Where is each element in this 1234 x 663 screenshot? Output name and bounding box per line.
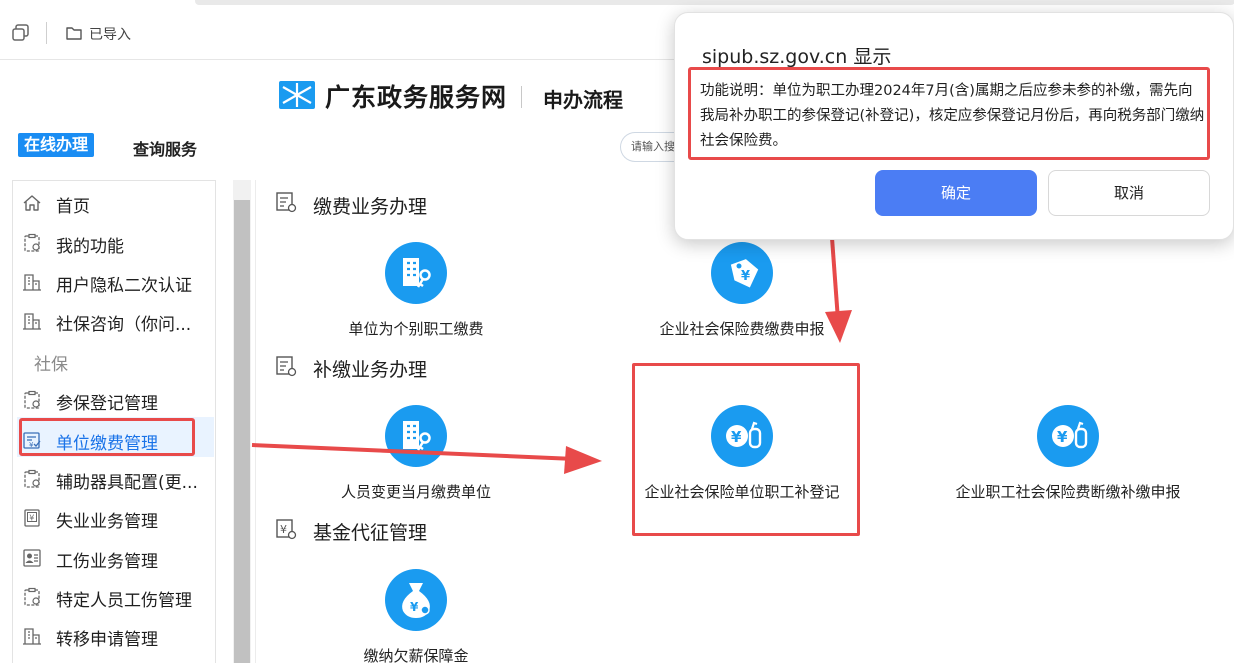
building-icon <box>23 313 41 330</box>
folder-icon[interactable] <box>66 25 82 41</box>
dialog-title: sipub.sz.gov.cn 显示 <box>702 46 892 68</box>
sidebar-item-label: 我的功能 <box>56 237 124 257</box>
sidebar-item-home[interactable]: 首页 <box>20 190 220 217</box>
sidebar-item-label: 辅助器具配置(更... <box>56 473 198 493</box>
highlight-box-sidebar <box>19 418 195 456</box>
svg-text:¥: ¥ <box>741 269 750 284</box>
yen-bottle-icon: ¥ <box>1052 421 1088 449</box>
scrollbar-thumb[interactable] <box>234 200 250 663</box>
svg-text:¥: ¥ <box>280 523 287 536</box>
alert-dialog: sipub.sz.gov.cn 显示 功能说明：单位为职工办理2024年7月(含… <box>674 12 1234 240</box>
service-icon-circle <box>385 242 447 304</box>
sidebar-item-my-functions[interactable]: 我的功能 <box>20 230 220 257</box>
section-title-supplementary: 补缴业务办理 <box>313 359 428 381</box>
service-label: 人员变更当月缴费单位 <box>340 483 491 501</box>
home-icon <box>23 195 41 211</box>
building-icon <box>23 628 41 645</box>
service-interrupted-payment[interactable]: ¥ 企业职工社会保险费断缴补缴申报 <box>938 405 1198 502</box>
tab-query-service[interactable]: 查询服务 <box>133 136 197 160</box>
sidebar-item-enrollment[interactable]: 参保登记管理 <box>20 387 220 414</box>
service-enterprise-declaration[interactable]: ¥ 企业社会保险费缴费申报 <box>612 242 872 339</box>
yen-tag-icon: ¥ <box>730 259 759 288</box>
yen-document-icon: ¥ <box>24 509 40 527</box>
sidebar-item-transfer[interactable]: 转移申请管理 <box>20 623 220 650</box>
sidebar-item-label: 工伤业务管理 <box>56 552 158 572</box>
sidebar-item-unemployment[interactable]: ¥ 失业业务管理 <box>20 505 220 532</box>
building-key-icon <box>403 421 431 451</box>
service-icon-circle: ¥ <box>385 569 447 631</box>
sidebar-item-label: 用户隐私二次认证 <box>56 276 192 296</box>
sidebar-item-consult[interactable]: 社保咨询（你问... <box>20 308 220 335</box>
cancel-button[interactable]: 取消 <box>1048 170 1210 216</box>
list-gear-icon <box>276 356 297 377</box>
money-bag-icon: ¥ <box>402 583 430 618</box>
svg-text:¥: ¥ <box>1057 428 1068 446</box>
strip-divider <box>46 22 47 44</box>
section-title-payment: 缴费业务办理 <box>313 196 428 218</box>
building-key-icon <box>403 258 431 288</box>
svg-text:¥: ¥ <box>410 600 419 614</box>
toolbar-shadow <box>195 0 1234 5</box>
header-divider <box>521 86 522 108</box>
tab-switch-icon[interactable] <box>12 24 30 42</box>
clipboard-icon <box>24 469 40 488</box>
service-label: 企业职工社会保险费断缴补缴申报 <box>955 483 1181 501</box>
sidebar-item-label: 转移申请管理 <box>56 630 158 650</box>
clipboard-icon <box>24 390 40 409</box>
yen-gear-icon: ¥ <box>276 519 297 540</box>
service-label: 企业社会保险费缴费申报 <box>659 320 825 338</box>
service-personnel-change[interactable]: 人员变更当月缴费单位 <box>286 405 546 502</box>
id-card-icon <box>23 549 41 567</box>
site-name[interactable]: 广东政务服务网 <box>325 78 507 114</box>
svg-text:¥: ¥ <box>29 514 34 523</box>
clipboard-icon <box>24 587 40 606</box>
sidebar-item-label: 失业业务管理 <box>56 512 158 532</box>
sidebar-item-privacy-auth[interactable]: 用户隐私二次认证 <box>20 269 220 296</box>
service-icon-circle: ¥ <box>711 242 773 304</box>
service-label: 缴纳欠薪保障金 <box>363 647 469 663</box>
list-gear-icon <box>276 192 297 213</box>
dialog-message: 功能说明：单位为职工办理2024年7月(含)属期之后应参未参的补缴，需先向我局补… <box>700 83 1205 149</box>
service-wage-guarantee[interactable]: ¥ 缴纳欠薪保障金 <box>286 569 546 663</box>
highlight-box-service <box>632 363 860 536</box>
sidebar-item-work-injury[interactable]: 工伤业务管理 <box>20 545 220 572</box>
service-icon-circle <box>385 405 447 467</box>
service-individual-payment[interactable]: 单位为个别职工缴费 <box>286 242 546 339</box>
building-icon <box>23 274 41 291</box>
service-icon-circle: ¥ <box>1037 405 1099 467</box>
clipboard-icon <box>24 233 40 252</box>
tab-online-service[interactable]: 在线办理 <box>18 133 95 157</box>
header-subtitle: 申办流程 <box>543 88 623 112</box>
section-title-fund-collection: 基金代征管理 <box>313 522 428 544</box>
ok-button[interactable]: 确定 <box>875 170 1037 216</box>
sidebar-item-label: 参保登记管理 <box>56 394 158 414</box>
sidebar-item-label: 社保咨询（你问... <box>56 315 192 335</box>
sidebar-item-label: 首页 <box>56 197 90 217</box>
sidebar-item-special-injury[interactable]: 特定人员工伤管理 <box>20 584 220 611</box>
site-logo-icon <box>279 81 315 109</box>
sidebar-item-label: 特定人员工伤管理 <box>56 591 192 611</box>
service-label: 单位为个别职工缴费 <box>348 320 484 338</box>
sidebar-item-assistive-devices[interactable]: 辅助器具配置(更... <box>20 466 220 493</box>
sidebar-section-social-security: 社保 <box>34 355 68 375</box>
bookmark-folder-imported[interactable]: 已导入 <box>89 24 131 44</box>
